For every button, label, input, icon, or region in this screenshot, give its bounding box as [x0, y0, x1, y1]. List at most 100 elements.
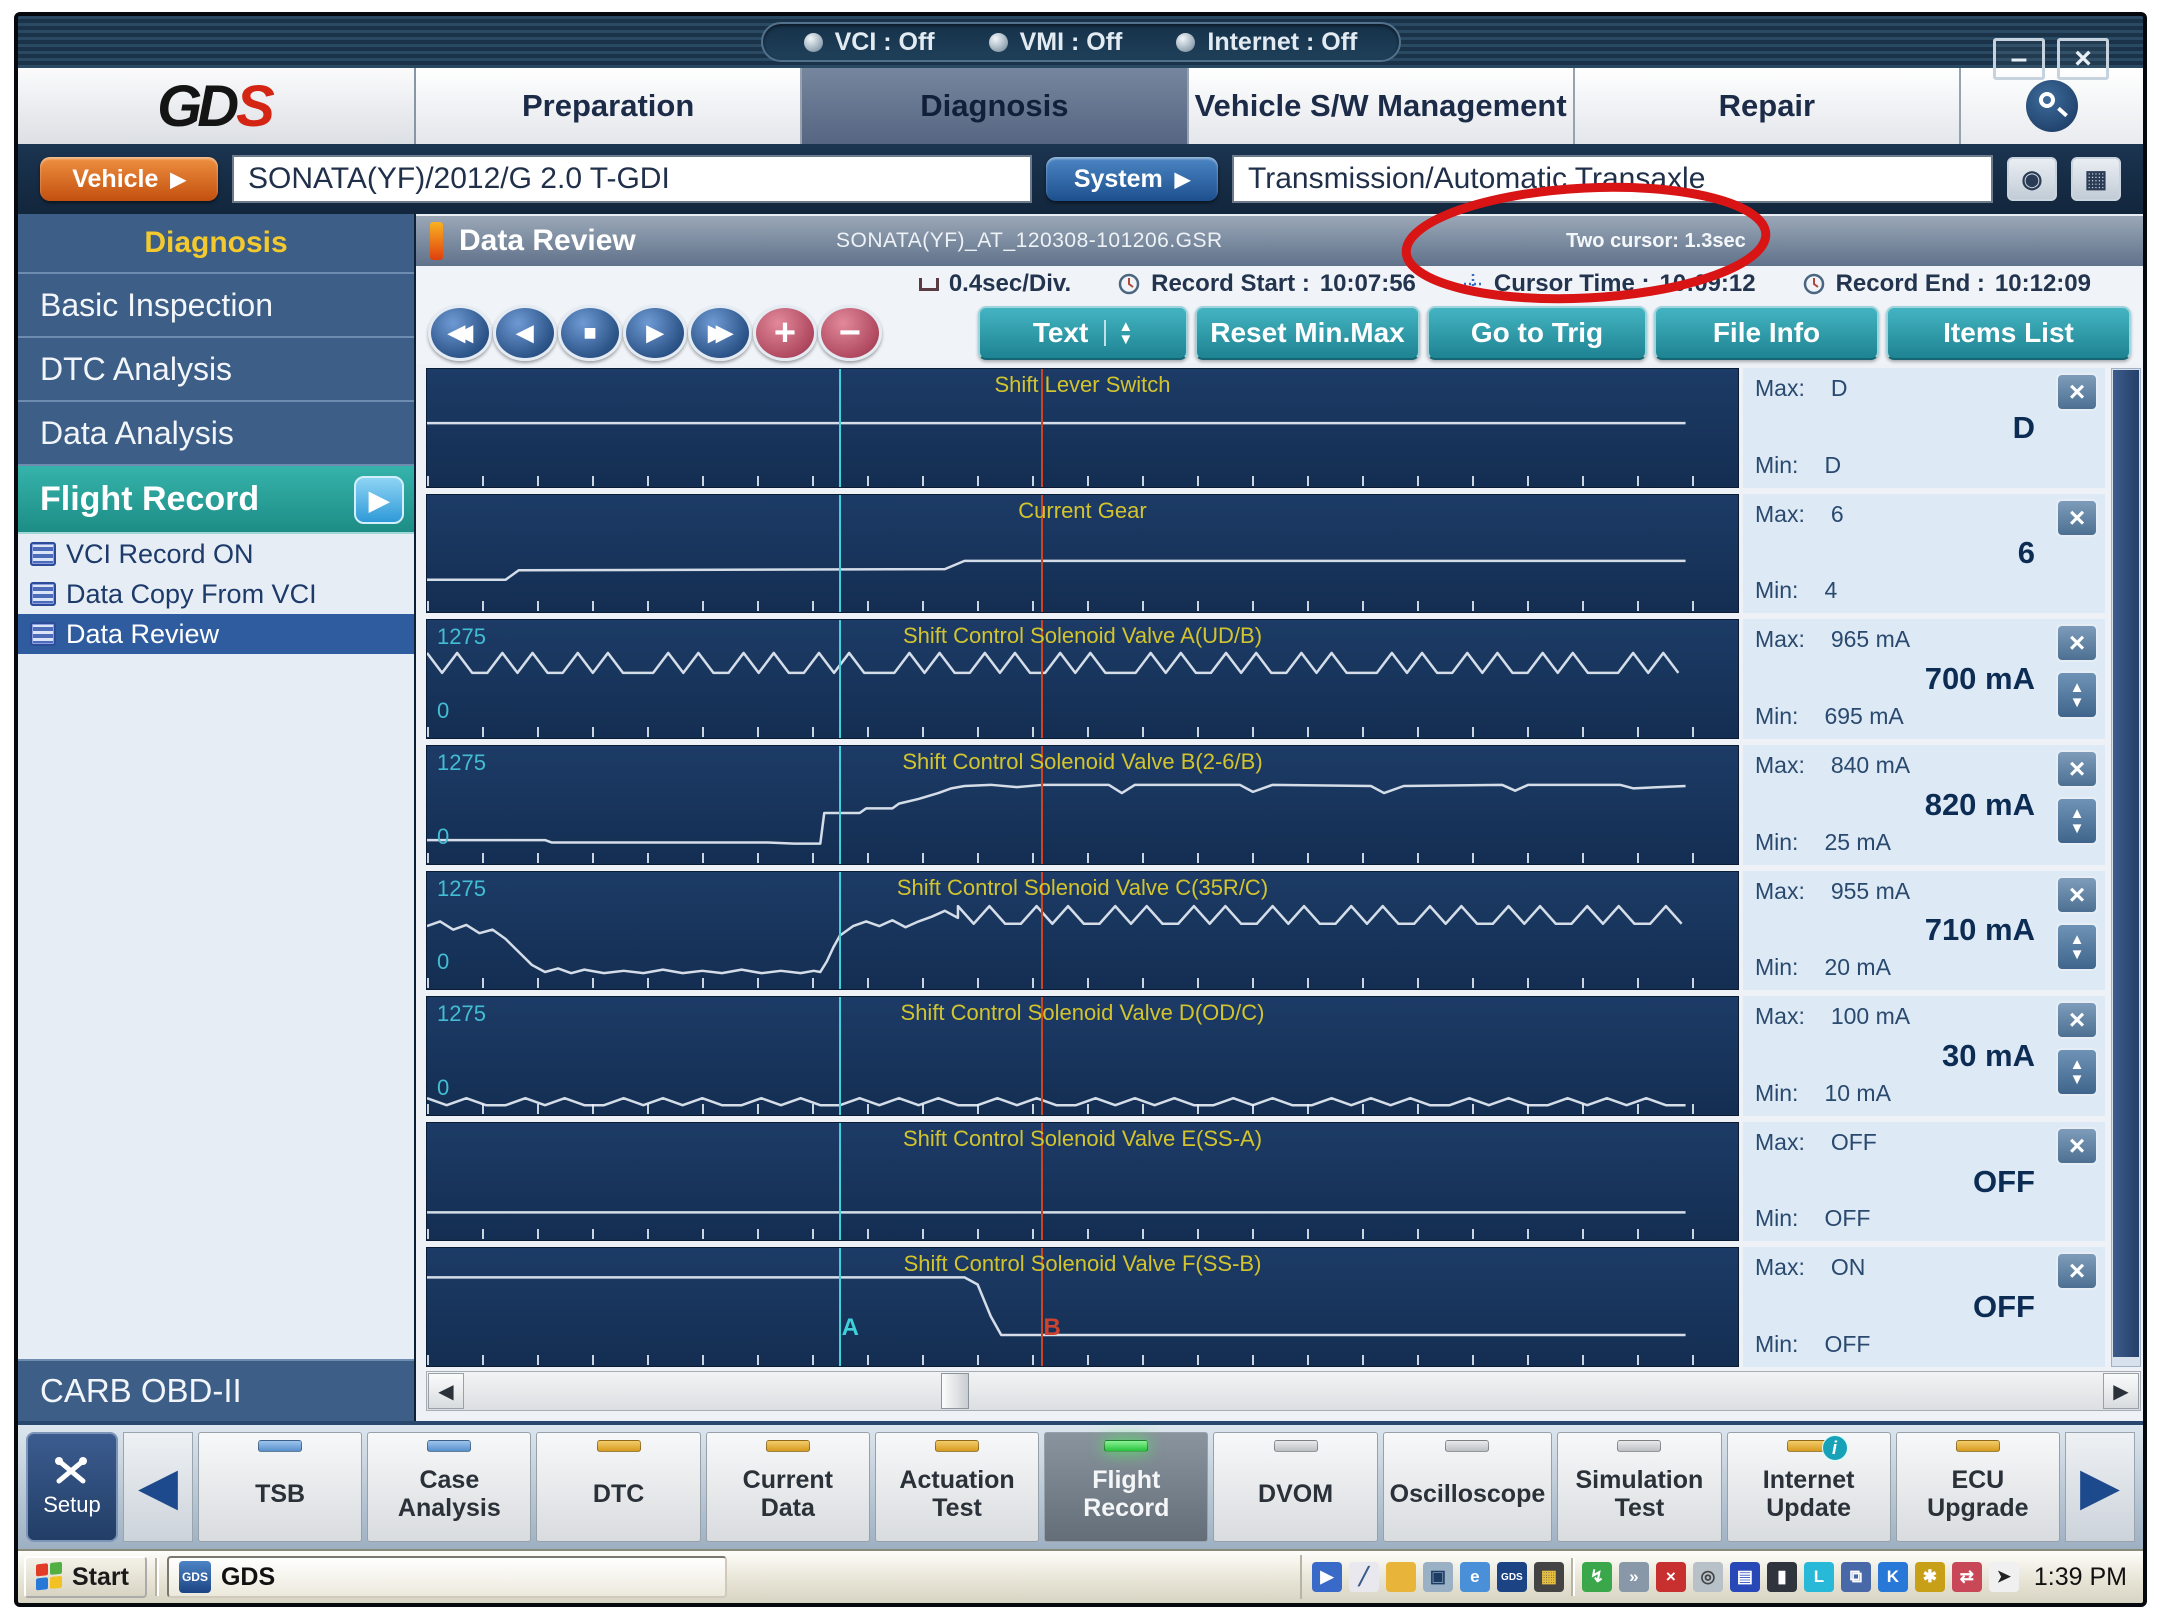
messenger-icon[interactable]: K	[1878, 1562, 1908, 1592]
sidebar-subitem-vci-record-on[interactable]: VCI Record ON	[18, 534, 414, 574]
language-icon[interactable]: L	[1804, 1562, 1834, 1592]
photo-viewer-icon[interactable]: ▦	[1534, 1562, 1564, 1592]
toolbar-button-ecu-upgrade[interactable]: ECU Upgrade	[1896, 1432, 2060, 1542]
tab-diagnosis[interactable]: Diagnosis	[802, 68, 1188, 144]
internet-explorer-icon[interactable]: e	[1460, 1562, 1490, 1592]
my-computer-icon[interactable]: ▣	[1423, 1562, 1453, 1592]
close-button[interactable]: ×	[2057, 38, 2109, 80]
channel-value-panel: Max:840 mAMin:25 mA820 mA×▲▼	[1743, 745, 2105, 865]
close-channel-button[interactable]: ×	[2056, 1252, 2098, 1290]
flight-record-expand-button[interactable]: ▶	[354, 476, 404, 524]
file-info-button[interactable]: File Info	[1654, 306, 1879, 360]
toolbar-button-oscilloscope[interactable]: Oscilloscope	[1383, 1432, 1553, 1542]
signal-icon[interactable]: »	[1619, 1562, 1649, 1592]
usb-icon[interactable]: ▮	[1767, 1562, 1797, 1592]
sync-icon[interactable]: ⇄	[1952, 1562, 1982, 1592]
toolbar-button-current-data[interactable]: Current Data	[706, 1432, 870, 1542]
sidebar-item-flight-record[interactable]: Flight Record ▶	[18, 466, 414, 534]
tab-vehicle-s-w-management[interactable]: Vehicle S/W Management	[1189, 68, 1575, 144]
start-button[interactable]: Start	[24, 1556, 147, 1598]
toolbar-button-actuation-test[interactable]: Actuation Test	[875, 1432, 1039, 1542]
channel-plot[interactable]: Shift Control Solenoid Valve A(UD/B)1275…	[426, 619, 1739, 739]
toolbar-scroll-left-button[interactable]: ◀	[123, 1432, 193, 1542]
stop-button[interactable]: ■	[558, 305, 622, 361]
toolbar-button-flight-record[interactable]: Flight Record	[1044, 1432, 1208, 1542]
sidebar-item-dtc-analysis[interactable]: DTC Analysis	[18, 338, 414, 402]
current-value: OFF	[1973, 1164, 2035, 1200]
dual-monitor-icon[interactable]: ⧉	[1841, 1562, 1871, 1592]
channel-plot[interactable]: Shift Control Solenoid Valve B(2-6/B)127…	[426, 745, 1739, 865]
close-channel-button[interactable]: ×	[2056, 373, 2098, 411]
taskbar-app-gds[interactable]: GDS GDS	[167, 1556, 727, 1598]
tab-repair[interactable]: Repair	[1575, 68, 1961, 144]
reset-min-max-button[interactable]: Reset Min.Max	[1195, 306, 1420, 360]
scroll-left-button[interactable]: ◀	[428, 1373, 464, 1409]
tab-preparation[interactable]: Preparation	[416, 68, 802, 144]
close-channel-button[interactable]: ×	[2056, 876, 2098, 914]
close-channel-button[interactable]: ×	[2056, 1127, 2098, 1165]
zoom-out-button[interactable]: −	[818, 305, 882, 361]
scale-stepper-button[interactable]: ▲▼	[2056, 797, 2098, 845]
channel-plot[interactable]: Shift Lever Switch	[426, 368, 1739, 488]
settings-panel-button[interactable]: ▦	[2071, 157, 2121, 201]
scale-stepper-button[interactable]: ▲▼	[2056, 671, 2098, 719]
address-book-icon[interactable]: ▤	[1730, 1562, 1760, 1592]
channel-plot[interactable]: Shift Control Solenoid Valve E(SS-A)	[426, 1122, 1739, 1242]
min-value: 25 mA	[1824, 829, 1890, 856]
channel-plot[interactable]: Current Gear	[426, 494, 1739, 614]
setup-button[interactable]: Setup	[26, 1432, 118, 1542]
scroll-right-button[interactable]: ▶	[2103, 1373, 2139, 1409]
gds-launcher-icon[interactable]: GDS	[1497, 1562, 1527, 1592]
media-player-icon[interactable]: ▶	[1312, 1562, 1342, 1592]
vertical-scrollbar-thumb[interactable]	[2113, 370, 2139, 1357]
device-error-icon[interactable]: ×	[1656, 1562, 1686, 1592]
items-list-button[interactable]: Items List	[1886, 306, 2131, 360]
search-tab[interactable]	[1961, 68, 2143, 144]
toolbar-button-case-analysis[interactable]: Case Analysis	[367, 1432, 531, 1542]
horizontal-scrollbar[interactable]: ◀ ▶	[426, 1371, 2141, 1411]
channel-plot[interactable]: Shift Control Solenoid Valve F(SS-B)AB	[426, 1247, 1739, 1367]
minimize-button[interactable]: –	[1993, 38, 2045, 80]
scale-stepper-button[interactable]: ▲▼	[2056, 923, 2098, 971]
channel-plot[interactable]: Shift Control Solenoid Valve C(35R/C)127…	[426, 871, 1739, 991]
zoom-in-button[interactable]: +	[753, 305, 817, 361]
toolbar-button-dtc[interactable]: DTC	[536, 1432, 700, 1542]
sidebar-subitem-data-copy-from-vci[interactable]: Data Copy From VCI	[18, 574, 414, 614]
close-channel-button[interactable]: ×	[2056, 499, 2098, 537]
toolbar-button-internet-update[interactable]: Internet Updatei	[1727, 1432, 1891, 1542]
go-to-trig-button[interactable]: Go to Trig	[1427, 306, 1647, 360]
step-back-button[interactable]: ◀	[493, 305, 557, 361]
toolbar-button-dvom[interactable]: DVOM	[1213, 1432, 1377, 1542]
sidebar-item-data-analysis[interactable]: Data Analysis	[18, 402, 414, 466]
close-channel-button[interactable]: ×	[2056, 1001, 2098, 1039]
spinner-arrows-icon[interactable]: ▲▼	[1104, 320, 1133, 346]
toolbar-button-simulation-test[interactable]: Simulation Test	[1557, 1432, 1721, 1542]
display-mode-dropdown[interactable]: Text ▲▼	[978, 306, 1188, 360]
folder-icon[interactable]	[1386, 1562, 1416, 1592]
vehicle-field[interactable]: SONATA(YF)/2012/G 2.0 T-GDI	[232, 155, 1032, 203]
eject-icon[interactable]: ◎	[1693, 1562, 1723, 1592]
close-channel-button[interactable]: ×	[2056, 624, 2098, 662]
notepad-icon[interactable]: ╱	[1349, 1562, 1379, 1592]
update-icon[interactable]: ↯	[1582, 1562, 1612, 1592]
sidebar-item-basic-inspection[interactable]: Basic Inspection	[18, 274, 414, 338]
system-button[interactable]: System▶	[1046, 157, 1218, 201]
scale-stepper-button[interactable]: ▲▼	[2056, 1048, 2098, 1096]
horizontal-scrollbar-thumb[interactable]	[941, 1373, 969, 1409]
pointer-icon[interactable]: ➤	[1989, 1562, 2019, 1592]
play-button[interactable]: ▶	[623, 305, 687, 361]
close-channel-button[interactable]: ×	[2056, 750, 2098, 788]
rewind-button[interactable]: ◀◀	[428, 305, 492, 361]
sidebar-item-carb-obd2[interactable]: CARB OBD-II	[18, 1359, 414, 1421]
vertical-scrollbar[interactable]	[2111, 368, 2141, 1367]
gds-logo: GD S	[18, 68, 416, 144]
screenshot-camera-button[interactable]: ◉	[2007, 157, 2057, 201]
toolbar-scroll-right-button[interactable]: ▶	[2065, 1432, 2135, 1542]
vehicle-button[interactable]: Vehicle▶	[40, 157, 218, 201]
fast-forward-button[interactable]: ▶▶	[688, 305, 752, 361]
system-field[interactable]: Transmission/Automatic Transaxle	[1232, 155, 1993, 203]
sidebar-subitem-data-review[interactable]: Data Review	[18, 614, 414, 654]
tools-icon[interactable]: ✱	[1915, 1562, 1945, 1592]
toolbar-button-tsb[interactable]: TSB	[198, 1432, 362, 1542]
channel-plot[interactable]: Shift Control Solenoid Valve D(OD/C)1275…	[426, 996, 1739, 1116]
